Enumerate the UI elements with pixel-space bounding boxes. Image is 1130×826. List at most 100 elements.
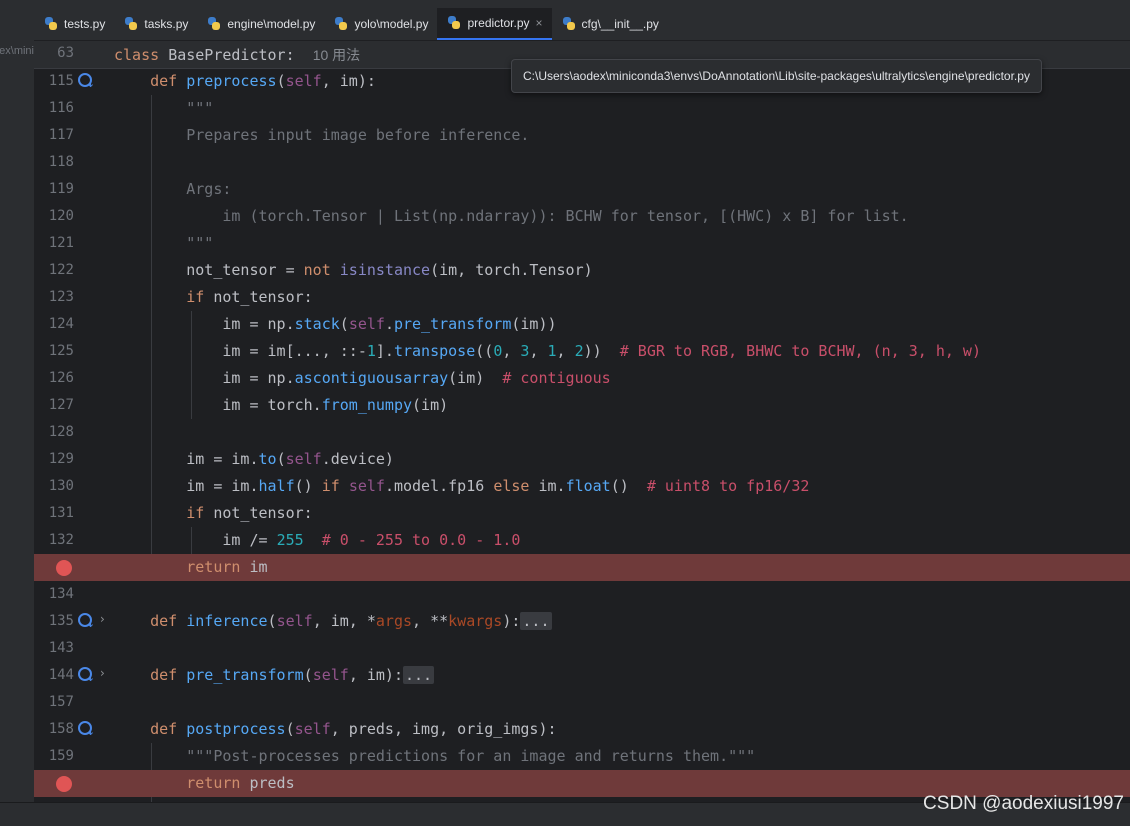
code-line[interactable]: 132 im /= 255 # 0 - 255 to 0.0 - 1.0 [34, 527, 1130, 554]
line-number[interactable]: 125 [34, 343, 74, 359]
line-number[interactable]: 119 [34, 181, 74, 197]
code-line-breakpoint[interactable]: return im [34, 554, 1130, 581]
code-text[interactable]: """ [114, 234, 213, 252]
code-line[interactable]: 122 not_tensor = not isinstance(im, torc… [34, 257, 1130, 284]
line-number[interactable]: 126 [34, 370, 74, 386]
line-number[interactable]: 121 [34, 235, 74, 251]
tab-label: tests.py [64, 17, 106, 31]
code-text[interactable]: return im [114, 558, 267, 576]
code-line[interactable]: 158 ↓ def postprocess(self, preds, img, o… [34, 716, 1130, 743]
code-line[interactable]: 128 [34, 419, 1130, 446]
window-top-strip [0, 0, 1130, 8]
code-text[interactable]: """Post-processes predictions for an ima… [114, 747, 755, 765]
breakpoint-icon[interactable] [56, 560, 72, 576]
line-number[interactable]: 135 [34, 613, 74, 629]
code-text[interactable]: return preds [114, 774, 294, 792]
code-line[interactable]: 125 im = im[..., ::-1].transpose((0, 3, … [34, 338, 1130, 365]
line-number[interactable]: 118 [34, 154, 74, 170]
code-line[interactable]: 124 im = np.stack(self.pre_transform(im)… [34, 311, 1130, 338]
tab-label: predictor.py [467, 16, 530, 30]
code-text[interactable]: def preprocess(self, im): [114, 72, 376, 90]
code-line[interactable]: 118 [34, 149, 1130, 176]
code-text[interactable]: im = im.half() if self.model.fp16 else i… [114, 477, 809, 495]
breakpoint-icon[interactable] [56, 776, 72, 792]
line-number[interactable]: 117 [34, 127, 74, 143]
code-line[interactable]: 129 im = im.to(self.device) [34, 446, 1130, 473]
code-text[interactable]: if not_tensor: [114, 288, 312, 306]
code-line[interactable]: 144 ↓ › def pre_transform(self, im):... [34, 662, 1130, 689]
code-line[interactable]: 127 im = torch.from_numpy(im) [34, 392, 1130, 419]
code-text[interactable]: im = im.to(self.device) [114, 450, 394, 468]
line-number[interactable]: 159 [34, 748, 74, 764]
class-keyword: class [114, 46, 160, 64]
line-number[interactable]: 116 [34, 100, 74, 116]
close-icon[interactable]: × [536, 16, 543, 30]
line-number[interactable]: 123 [34, 289, 74, 305]
code-line[interactable]: 134 [34, 581, 1130, 608]
overrides-method-icon[interactable]: ↓ [78, 721, 95, 738]
line-number[interactable]: 115 [34, 73, 74, 89]
line-number[interactable]: 129 [34, 451, 74, 467]
tab-tasks-py[interactable]: tasks.py [114, 8, 197, 40]
code-text[interactable]: im = im[..., ::-1].transpose((0, 3, 1, 2… [114, 342, 981, 360]
python-file-icon [44, 17, 58, 31]
file-path-tooltip: C:\Users\aodex\miniconda3\envs\DoAnnotat… [511, 59, 1042, 93]
code-line[interactable]: 135 ↓ › def inference(self, im, *args, **k… [34, 608, 1130, 635]
tab-cfg-init-py[interactable]: cfg\__init__.py [552, 8, 668, 40]
code-text[interactable]: if not_tensor: [114, 504, 312, 522]
overrides-method-icon[interactable]: ↓ [78, 667, 95, 684]
code-line[interactable]: 159 """Post-processes predictions for an… [34, 743, 1130, 770]
line-number[interactable]: 144 [34, 667, 74, 683]
code-line[interactable]: 143 [34, 635, 1130, 662]
code-line[interactable]: 120 im (torch.Tensor | List(np.ndarray))… [34, 203, 1130, 230]
code-editor[interactable]: 115 ↓ def preprocess(self, im): 116 """ 117… [34, 41, 1130, 802]
code-text[interactable]: im (torch.Tensor | List(np.ndarray)): BC… [114, 207, 908, 225]
code-text[interactable]: im = torch.from_numpy(im) [114, 396, 448, 414]
tab-predictor-py[interactable]: predictor.py × [437, 8, 552, 40]
tab-engine-model-py[interactable]: engine\model.py [197, 8, 324, 40]
line-number[interactable]: 127 [34, 397, 74, 413]
code-line[interactable]: 126 im = np.ascontiguousarray(im) # cont… [34, 365, 1130, 392]
class-name: BasePredictor: [168, 46, 295, 64]
code-text[interactable]: im = np.stack(self.pre_transform(im)) [114, 315, 556, 333]
line-number[interactable]: 158 [34, 721, 74, 737]
tab-yolo-model-py[interactable]: yolo\model.py [324, 8, 437, 40]
code-line[interactable]: 157 [34, 689, 1130, 716]
chevron-right-icon[interactable]: › [100, 666, 105, 680]
line-number[interactable]: 143 [34, 640, 74, 656]
code-text[interactable]: def postprocess(self, preds, img, orig_i… [114, 720, 556, 738]
code-line[interactable]: 130 im = im.half() if self.model.fp16 el… [34, 473, 1130, 500]
code-text[interactable]: """ [114, 99, 213, 117]
python-file-icon [124, 17, 138, 31]
line-number[interactable]: 122 [34, 262, 74, 278]
line-number[interactable]: 120 [34, 208, 74, 224]
code-text[interactable]: not_tensor = not isinstance(im, torch.Te… [114, 261, 592, 279]
project-panel-collapsed[interactable]: ex\mini [0, 8, 35, 825]
usages-count[interactable]: 10 用法 [313, 47, 360, 63]
overrides-method-icon[interactable]: ↓ [78, 613, 95, 630]
line-number[interactable]: 131 [34, 505, 74, 521]
code-text[interactable]: def pre_transform(self, im):... [114, 666, 435, 684]
code-line[interactable]: 117 Prepares input image before inferenc… [34, 122, 1130, 149]
line-number[interactable]: 134 [34, 586, 74, 602]
line-number[interactable]: 124 [34, 316, 74, 332]
tab-label: tasks.py [144, 17, 189, 31]
line-number[interactable]: 132 [34, 532, 74, 548]
line-number[interactable]: 157 [34, 694, 74, 710]
line-number[interactable]: 128 [34, 424, 74, 440]
line-number[interactable]: 130 [34, 478, 74, 494]
code-line[interactable]: 123 if not_tensor: [34, 284, 1130, 311]
code-text[interactable]: def inference(self, im, *args, **kwargs)… [114, 612, 552, 630]
code-text[interactable]: im = np.ascontiguousarray(im) # contiguo… [114, 369, 610, 387]
code-line[interactable]: 119 Args: [34, 176, 1130, 203]
chevron-right-icon[interactable]: › [100, 612, 105, 626]
code-text[interactable]: Prepares input image before inference. [114, 126, 529, 144]
code-text[interactable]: Args: [114, 180, 231, 198]
code-text[interactable]: im /= 255 # 0 - 255 to 0.0 - 1.0 [114, 531, 520, 549]
code-line[interactable]: 116 """ [34, 95, 1130, 122]
code-line[interactable]: 131 if not_tensor: [34, 500, 1130, 527]
overrides-method-icon[interactable]: ↓ [78, 73, 95, 90]
watermark: CSDN @aodexiusi1997 [923, 793, 1124, 814]
code-line[interactable]: 121 """ [34, 230, 1130, 257]
tab-tests-py[interactable]: tests.py [34, 8, 114, 40]
